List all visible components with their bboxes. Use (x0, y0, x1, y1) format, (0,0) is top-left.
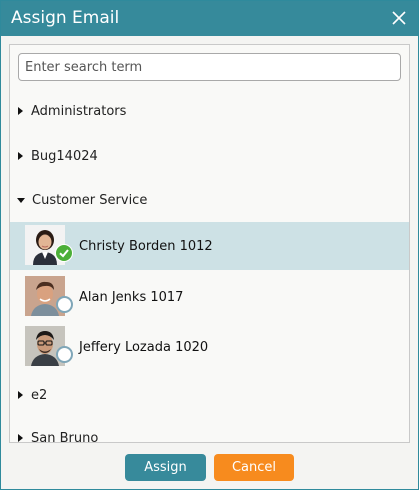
dialog-title: Assign Email (11, 8, 120, 28)
caret-right-icon (18, 152, 23, 160)
avatar-wrap (25, 326, 73, 368)
user-row-alan-jenks[interactable]: Alan Jenks 1017 (10, 273, 409, 321)
close-button[interactable] (388, 7, 410, 29)
assign-button[interactable]: Assign (125, 454, 206, 481)
unchecked-radio-icon (56, 346, 73, 363)
caret-right-icon (18, 107, 23, 115)
group-label: e2 (31, 387, 48, 403)
caret-down-icon (17, 197, 25, 203)
checked-icon (55, 244, 73, 262)
group-label: Administrators (31, 103, 127, 119)
caret-right-icon (18, 391, 23, 399)
user-row-jeffery-lozada[interactable]: Jeffery Lozada 1020 (10, 323, 409, 371)
close-icon (392, 11, 406, 25)
group-label: San Bruno (31, 430, 99, 443)
cancel-button[interactable]: Cancel (214, 454, 294, 481)
search-input[interactable] (18, 53, 401, 81)
avatar-wrap (25, 276, 73, 318)
user-row-christy-borden[interactable]: Christy Borden 1012 (10, 222, 409, 270)
user-name: Alan Jenks 1017 (79, 289, 184, 305)
group-administrators[interactable]: Administrators (10, 98, 409, 124)
assign-email-dialog: Assign Email Administrators Bug14024 Cus… (0, 0, 419, 490)
group-e2[interactable]: e2 (10, 382, 409, 408)
dialog-titlebar: Assign Email (1, 1, 418, 36)
unchecked-radio-icon (56, 296, 73, 313)
group-san-bruno[interactable]: San Bruno (10, 425, 409, 443)
group-customer-service[interactable]: Customer Service (10, 187, 409, 213)
avatar-wrap (25, 225, 73, 267)
group-label: Bug14024 (31, 148, 98, 164)
user-name: Christy Borden 1012 (79, 238, 213, 254)
user-tree-panel: Administrators Bug14024 Customer Service (9, 44, 410, 443)
group-bug14024[interactable]: Bug14024 (10, 143, 409, 169)
user-name: Jeffery Lozada 1020 (79, 339, 209, 355)
caret-right-icon (18, 434, 23, 442)
group-label: Customer Service (32, 192, 148, 208)
